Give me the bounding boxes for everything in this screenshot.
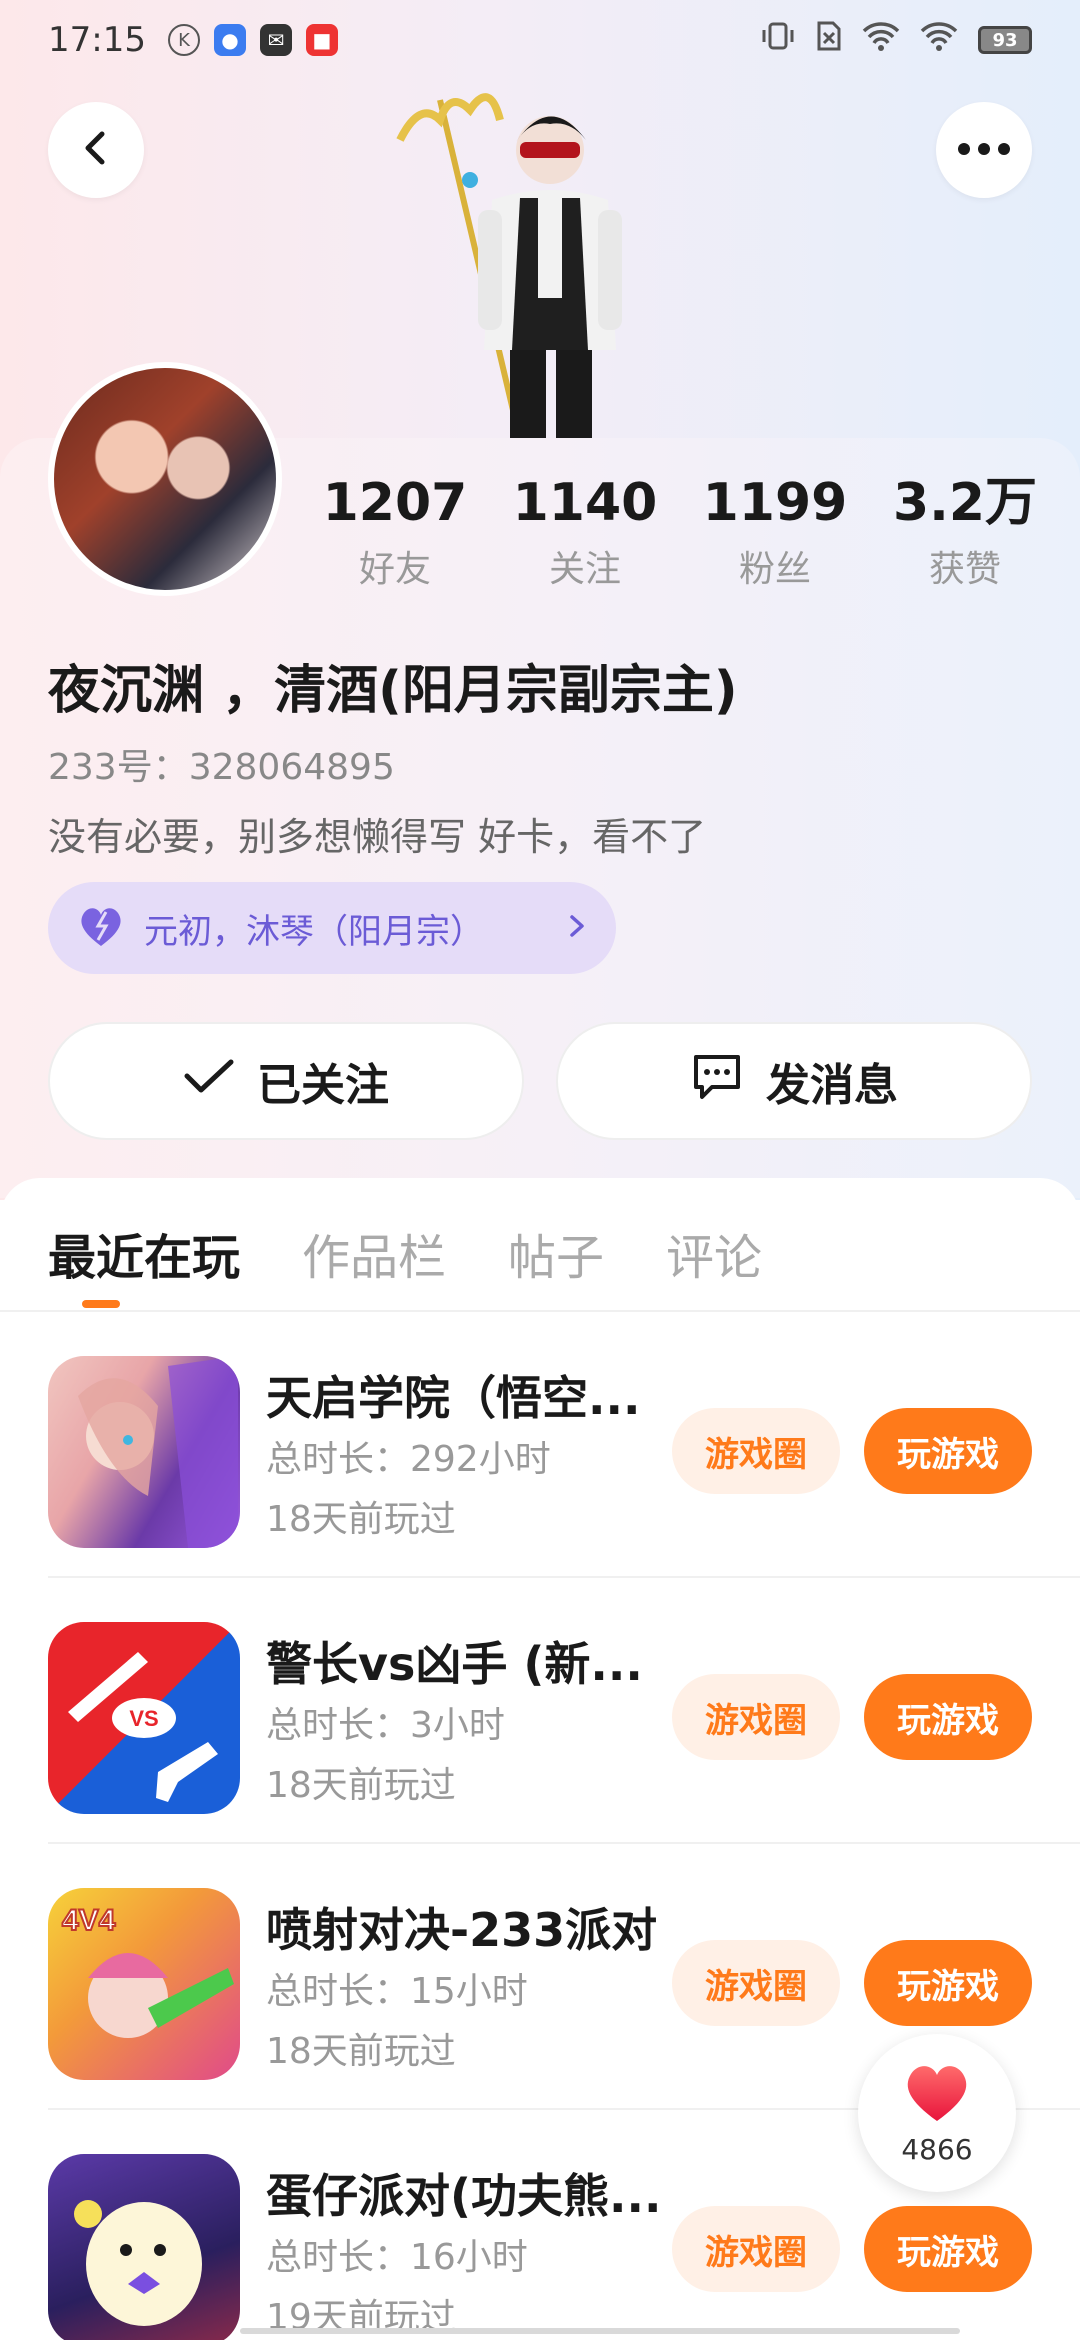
game-circle-button[interactable]: 游戏圈 [672, 2206, 840, 2292]
wifi-icon [862, 20, 900, 60]
chevron-left-icon [76, 128, 116, 172]
game-last-played: 18天前玩过 [266, 1765, 456, 1806]
tab-comments[interactable]: 评论 [666, 1218, 762, 1288]
game-last-played: 18天前玩过 [266, 2031, 456, 2072]
stat-label: 获赞 [928, 549, 1001, 590]
game-circle-button[interactable]: 游戏圈 [672, 1674, 840, 1760]
play-game-button[interactable]: 玩游戏 [864, 2206, 1032, 2292]
profile-stats: 1207 好友 1140 关注 1199 粉丝 3.2万 获赞 [300, 470, 1060, 592]
game-title: 警长vs凶手 (新... [266, 1637, 643, 1691]
follow-button[interactable]: 已关注 [48, 1022, 524, 1140]
vibrate-icon [760, 20, 796, 61]
more-button[interactable] [936, 102, 1032, 198]
game-icon-eggy-party[interactable] [48, 2154, 240, 2340]
vs-badge-text: VS [129, 1706, 158, 1731]
stat-label: 关注 [548, 549, 621, 590]
baidu-icon: ● [213, 24, 246, 56]
game-duration: 总时长：3小时 [266, 1705, 505, 1746]
cp-label: 元初，沐琴（阳月宗） [144, 911, 484, 952]
game-duration: 总时长：292小时 [266, 1439, 551, 1480]
stat-label: 粉丝 [738, 549, 811, 590]
game-duration: 总时长：15小时 [266, 1971, 528, 2012]
game-title: 蛋仔派对(功夫熊... [266, 2169, 662, 2223]
stat-value: 3.2万 [892, 473, 1038, 533]
game-icon-tianqi[interactable] [48, 1356, 240, 1548]
tab-bar: 最近在玩 作品栏 帖子 评论 [48, 1218, 762, 1288]
message-bubble-icon [690, 1051, 744, 1112]
home-indicator [240, 2328, 960, 2334]
tab-recent-played[interactable]: 最近在玩 [48, 1218, 240, 1288]
game-last-played: 18天前玩过 [266, 1499, 456, 1540]
message-button[interactable]: 发消息 [556, 1022, 1032, 1140]
play-game-button[interactable]: 玩游戏 [864, 1408, 1032, 1494]
tab-posts[interactable]: 帖子 [508, 1218, 604, 1288]
like-float-button[interactable]: 4866 [858, 2034, 1016, 2192]
tab-works[interactable]: 作品栏 [302, 1218, 446, 1288]
game-title: 喷射对决-233派对 [266, 1903, 658, 1957]
game-circle-button[interactable]: 游戏圈 [672, 1408, 840, 1494]
game-title: 天启学院（悟空... [266, 1371, 641, 1425]
mail-icon: ✉ [259, 24, 292, 56]
stat-value: 1207 [322, 473, 468, 533]
status-bar: 17:15 K ● ✉ ■ 93 [0, 0, 1080, 80]
game-icon-jet-duel[interactable]: 4V4 [48, 1888, 240, 2080]
follow-label: 已关注 [257, 1060, 389, 1111]
wifi-icon-2 [920, 20, 958, 60]
user-id: 233号：328064895 [48, 747, 395, 788]
app-icon: ■ [305, 24, 338, 56]
no-sim-icon [816, 20, 842, 61]
heart-icon [901, 2061, 973, 2129]
nickname: 夜沉渊 ，清酒(阳月宗副宗主) [48, 661, 738, 721]
stat-value: 1140 [512, 473, 658, 533]
message-label: 发消息 [766, 1060, 898, 1111]
stat-fans[interactable]: 1199 粉丝 [680, 470, 870, 592]
check-icon [183, 1056, 235, 1107]
character-figure [380, 80, 680, 441]
stat-value: 1199 [702, 473, 848, 533]
notification-icons: K ● ✉ ■ [167, 24, 338, 56]
tab-indicator [82, 1300, 120, 1308]
heart-icon [76, 904, 126, 952]
game-circle-button[interactable]: 游戏圈 [672, 1940, 840, 2026]
list-item[interactable]: VS 警长vs凶手 (新... 总时长：3小时 18天前玩过 游戏圈 玩游戏 [48, 1578, 1080, 1844]
list-item[interactable]: 天启学院（悟空... 总时长：292小时 18天前玩过 游戏圈 玩游戏 [48, 1312, 1080, 1578]
k-icon: K [167, 24, 200, 56]
avatar[interactable] [48, 362, 282, 596]
bio: 没有必要，别多想懒得写 好卡，看不了 [48, 815, 707, 859]
play-game-button[interactable]: 玩游戏 [864, 1940, 1032, 2026]
battery-icon: 93 [978, 26, 1032, 54]
status-right-icons: 93 [760, 20, 1032, 61]
stat-likes[interactable]: 3.2万 获赞 [870, 470, 1060, 592]
more-dots-icon [957, 141, 1011, 160]
stat-friends[interactable]: 1207 好友 [300, 470, 490, 592]
chevron-right-icon [566, 911, 588, 945]
game-icon-sheriff[interactable]: VS [48, 1622, 240, 1814]
4v4-badge-text: 4V4 [62, 1904, 116, 1937]
back-button[interactable] [48, 102, 144, 198]
status-time: 17:15 [48, 20, 146, 60]
cp-relationship-pill[interactable]: 元初，沐琴（阳月宗） [48, 882, 616, 974]
play-game-button[interactable]: 玩游戏 [864, 1674, 1032, 1760]
like-count: 4866 [901, 2132, 973, 2166]
game-duration: 总时长：16小时 [266, 2237, 528, 2278]
stat-following[interactable]: 1140 关注 [490, 470, 680, 592]
stat-label: 好友 [358, 549, 431, 590]
